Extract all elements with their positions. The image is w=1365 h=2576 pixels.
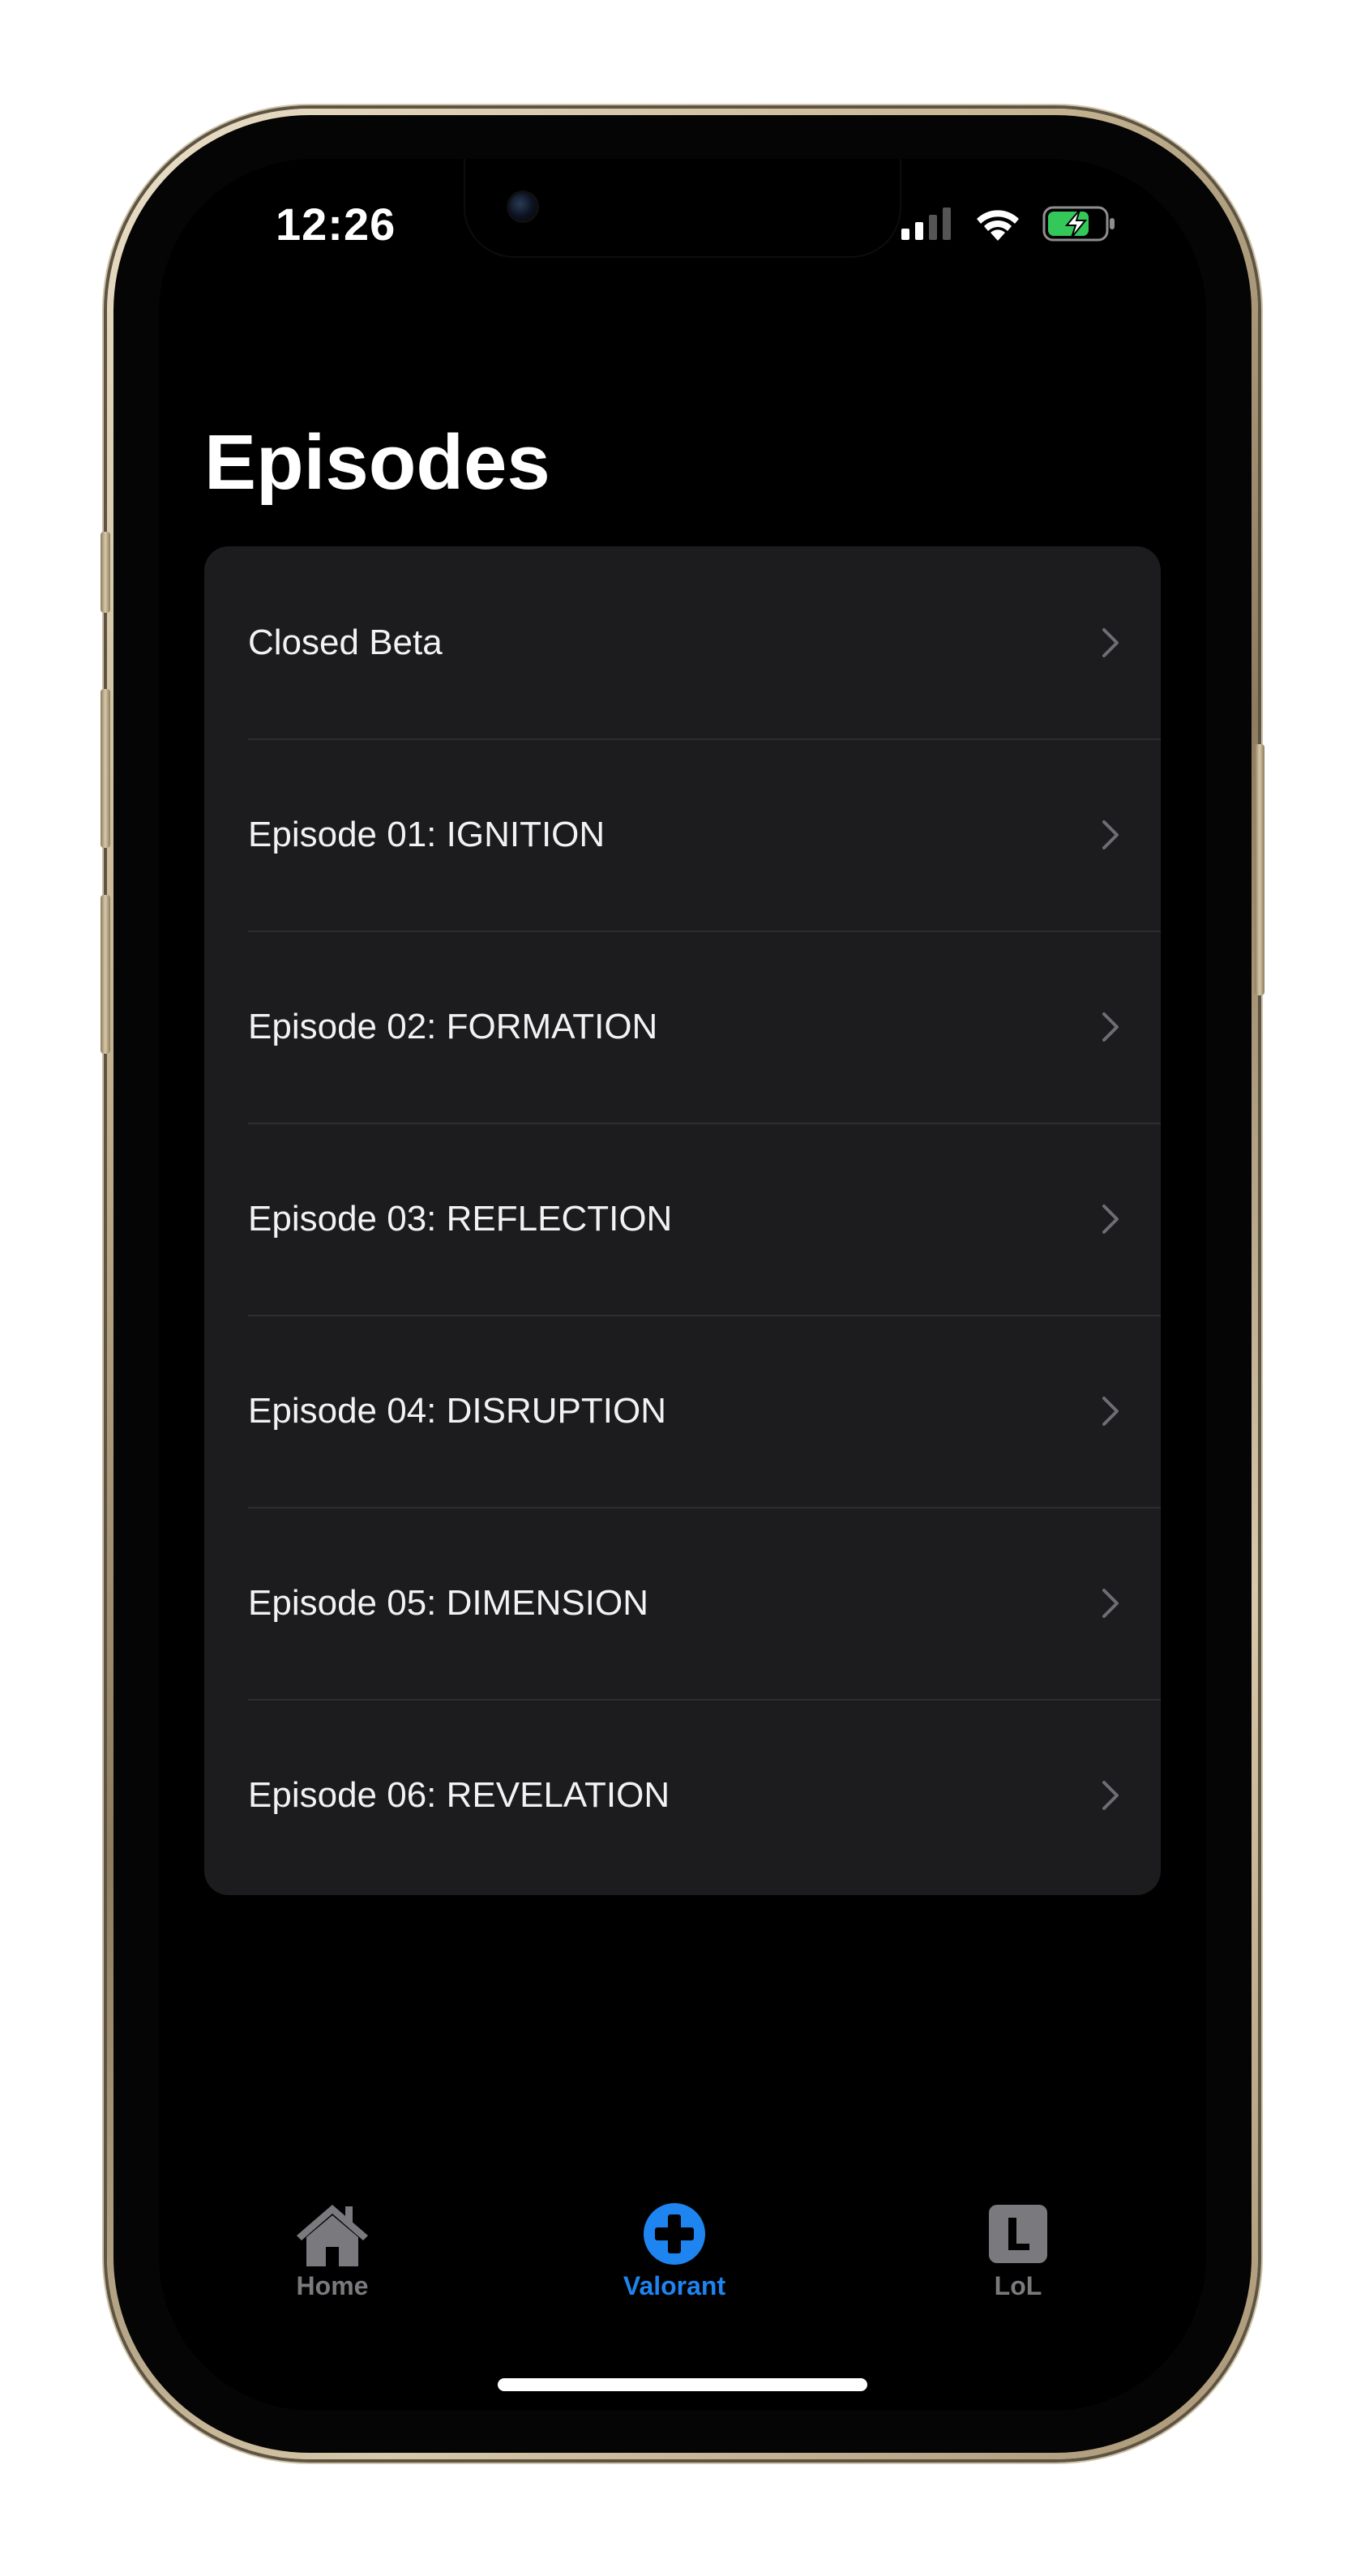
tab-home-label: Home	[296, 2271, 369, 2300]
tab-valorant[interactable]: Valorant	[593, 2202, 755, 2301]
app-screen: 12:26 Episodes Closed Beta Episode 01: I…	[159, 159, 1206, 2411]
list-item-closed-beta[interactable]: Closed Beta	[204, 546, 1161, 738]
volume-up-button	[101, 689, 110, 848]
list-item-label: Episode 03: REFLECTION	[248, 1198, 673, 1239]
list-item-label: Episode 05: DIMENSION	[248, 1582, 648, 1623]
l-square-icon	[979, 2202, 1057, 2266]
list-item-episode-06[interactable]: Episode 06: REVELATION	[204, 1699, 1161, 1891]
chevron-right-icon	[1102, 627, 1119, 657]
chevron-right-icon	[1102, 1588, 1119, 1618]
chevron-right-icon	[1102, 1396, 1119, 1426]
front-camera-icon	[509, 193, 537, 220]
wifi-icon	[977, 210, 1019, 241]
list-item-episode-02[interactable]: Episode 02: FORMATION	[204, 931, 1161, 1123]
list-item-label: Episode 06: REVELATION	[248, 1774, 670, 1815]
list-item-episode-03[interactable]: Episode 03: REFLECTION	[204, 1123, 1161, 1315]
list-item-label: Episode 01: IGNITION	[248, 814, 605, 854]
action-button	[101, 532, 110, 613]
tab-lol[interactable]: LoL	[937, 2202, 1099, 2301]
list-item-episode-04[interactable]: Episode 04: DISRUPTION	[204, 1315, 1161, 1507]
signal-icon	[901, 208, 951, 240]
page-title: Episodes	[204, 419, 550, 506]
tab-lol-label: LoL	[994, 2271, 1042, 2300]
house-icon	[293, 2202, 371, 2266]
chevron-right-icon	[1102, 1780, 1119, 1810]
chevron-right-icon	[1102, 1204, 1119, 1234]
home-indicator[interactable]	[498, 2378, 867, 2391]
status-icons	[901, 206, 1117, 242]
list-item-label: Episode 02: FORMATION	[248, 1006, 658, 1046]
chevron-right-icon	[1102, 819, 1119, 849]
list-item-label: Episode 04: DISRUPTION	[248, 1390, 666, 1431]
power-button	[1255, 744, 1264, 995]
list-item-episode-01[interactable]: Episode 01: IGNITION	[204, 738, 1161, 931]
battery-charging-icon	[1042, 206, 1115, 242]
list-item-episode-05[interactable]: Episode 05: DIMENSION	[204, 1507, 1161, 1699]
tab-home[interactable]: Home	[251, 2202, 413, 2301]
plus-circle-icon	[635, 2202, 713, 2266]
episodes-list: Closed Beta Episode 01: IGNITION Episode…	[204, 546, 1161, 1895]
status-time: 12:26	[276, 199, 396, 250]
tab-bar: Home Valorant LoL	[159, 2202, 1206, 2331]
tab-valorant-label: Valorant	[623, 2271, 726, 2300]
chevron-right-icon	[1102, 1012, 1119, 1042]
list-item-label: Closed Beta	[248, 622, 443, 662]
volume-down-button	[101, 895, 110, 1054]
